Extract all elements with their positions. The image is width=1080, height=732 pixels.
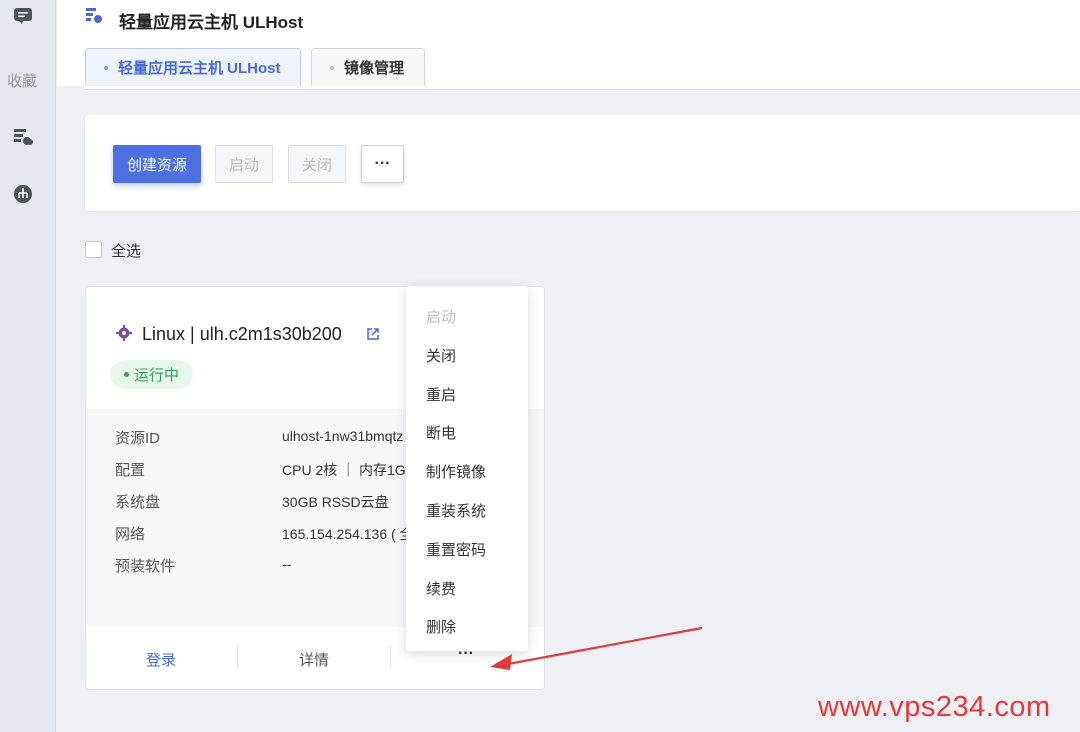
footer-divider xyxy=(237,645,238,669)
tab-image-management[interactable]: 镜像管理 xyxy=(311,48,425,86)
login-link[interactable]: 登录 xyxy=(146,649,176,670)
status-text: 运行中 xyxy=(134,367,180,384)
select-all-label[interactable]: 全选 xyxy=(111,240,141,261)
menu-item-close[interactable]: 关闭 xyxy=(426,345,456,366)
menu-item-reinstall[interactable]: 重装系统 xyxy=(426,500,486,521)
menu-item-restart[interactable]: 重启 xyxy=(426,384,456,405)
sidebar-favorites-label[interactable]: 收藏 xyxy=(0,70,44,91)
card-title: Linux | ulh.c2m1s30b200 xyxy=(142,324,342,344)
tab-dot-icon xyxy=(104,65,108,70)
page-title: 轻量应用云主机 ULHost xyxy=(119,13,304,32)
info-label-preinstalled: 预装软件 xyxy=(115,558,176,575)
linux-gear-icon xyxy=(116,325,132,341)
info-value-config: CPU 2核 ｜ 内存1G xyxy=(282,462,406,478)
network-icon[interactable] xyxy=(13,184,33,204)
watermark-text: www.vps234.com xyxy=(818,691,1051,723)
menu-item-power-off[interactable]: 断电 xyxy=(426,422,456,443)
close-button[interactable]: 关闭 xyxy=(288,145,346,183)
status-dot-icon xyxy=(124,372,129,377)
info-value-preinstalled: -- xyxy=(282,556,292,572)
tab-dot-icon xyxy=(330,65,334,70)
tab-label: 镜像管理 xyxy=(344,60,405,77)
create-resource-button[interactable]: 创建资源 xyxy=(113,145,201,183)
ulhost-icon xyxy=(85,7,103,25)
info-value-system-disk: 30GB RSSD云盘 xyxy=(282,494,389,510)
page-header: 轻量应用云主机 ULHost 轻量应用云主机 ULHost 镜像管理 xyxy=(57,0,1080,86)
info-label-network: 网络 xyxy=(115,526,146,543)
start-button[interactable]: 启动 xyxy=(215,145,273,183)
left-sidebar: 收藏 xyxy=(0,0,56,732)
tab-ulhost[interactable]: 轻量应用云主机 ULHost xyxy=(85,48,301,86)
menu-item-delete[interactable]: 删除 xyxy=(426,616,456,637)
tab-label: 轻量应用云主机 ULHost xyxy=(118,60,281,77)
annotation-arrow-icon xyxy=(490,626,703,670)
header-divider xyxy=(85,86,1080,90)
menu-item-create-image[interactable]: 制作镜像 xyxy=(426,461,486,482)
status-badge: 运行中 xyxy=(110,360,193,389)
menu-item-start: 启动 xyxy=(426,309,457,326)
info-value-network: 165.154.254.136 ( 全 xyxy=(282,526,412,542)
info-label-resource-id: 资源ID xyxy=(115,430,161,447)
more-actions-button[interactable]: ··· xyxy=(361,145,404,183)
info-label-system-disk: 系统盘 xyxy=(115,494,161,511)
host-cloud-icon[interactable] xyxy=(13,127,33,147)
menu-item-reset-password[interactable]: 重置密码 xyxy=(426,539,486,560)
info-value-resource-id: ulhost-1nw31bmqtz xyxy=(282,428,404,444)
more-actions-dropdown: 启动 关闭 重启 断电 制作镜像 重装系统 重置密码 续费 删除 xyxy=(406,286,528,651)
info-label-config: 配置 xyxy=(115,462,146,479)
message-icon[interactable] xyxy=(13,6,33,26)
select-all-checkbox[interactable] xyxy=(85,241,102,258)
action-toolbar: 创建资源 启动 关闭 ··· xyxy=(85,115,1080,211)
external-link-icon[interactable] xyxy=(366,327,380,341)
menu-item-renew[interactable]: 续费 xyxy=(426,578,456,599)
footer-divider xyxy=(390,645,391,669)
detail-link[interactable]: 详情 xyxy=(299,649,329,670)
